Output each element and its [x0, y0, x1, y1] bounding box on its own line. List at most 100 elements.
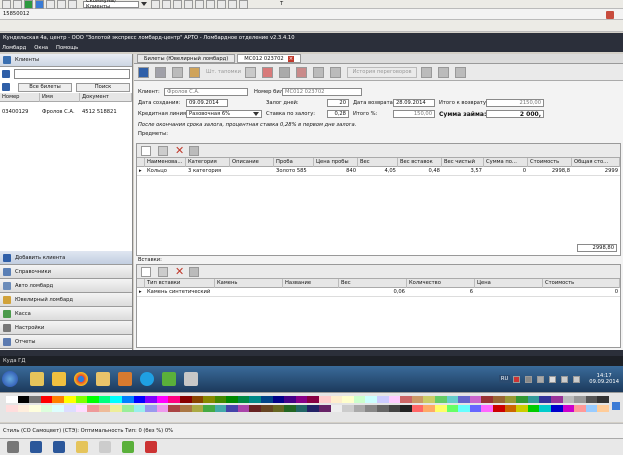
column-header[interactable]: Номер: [0, 92, 40, 102]
column-header[interactable]: Наименова...: [145, 157, 186, 167]
table-row[interactable]: ▸ Камень синтетический 0,06 6 0: [137, 288, 620, 297]
column-header[interactable]: Цена: [475, 278, 543, 288]
tab-ticket-doc[interactable]: MC012 023702 ×: [237, 54, 302, 63]
column-header[interactable]: Проба: [274, 157, 314, 167]
column-header[interactable]: Название: [283, 278, 339, 288]
toolbar-icon[interactable]: [184, 0, 193, 9]
palette-row-1[interactable]: [6, 395, 609, 403]
ide-close-button[interactable]: [606, 11, 614, 19]
ticket-field[interactable]: MC012 023702: [282, 88, 362, 96]
doc-icon[interactable]: [421, 66, 433, 78]
column-header[interactable]: Вес: [339, 278, 407, 288]
toolbar-icon[interactable]: [68, 0, 77, 9]
toolbar-icon[interactable]: [173, 0, 182, 9]
ide-tab-label[interactable]: Т: [280, 1, 283, 7]
nav-item-reports[interactable]: Отчеты: [0, 335, 132, 349]
add-icon[interactable]: [141, 266, 151, 277]
save-close-icon[interactable]: [155, 66, 166, 78]
app-icon[interactable]: [99, 441, 111, 453]
toolbar-icon[interactable]: [217, 0, 226, 9]
edit-icon[interactable]: [158, 266, 168, 277]
tray-icon[interactable]: [549, 375, 557, 383]
toolbar-icon[interactable]: [195, 0, 204, 9]
edit-icon[interactable]: [158, 145, 168, 156]
app-icon[interactable]: [30, 441, 42, 453]
save-icon[interactable]: [138, 66, 149, 78]
print-button[interactable]: Шт. тапомки: [206, 69, 241, 75]
app-icon[interactable]: [184, 372, 198, 386]
app-icon[interactable]: [118, 372, 132, 386]
delete-icon[interactable]: ✕: [175, 145, 184, 156]
menu-item-help[interactable]: Помощь: [56, 45, 78, 51]
calculator-icon[interactable]: [296, 66, 308, 78]
palette-row-2[interactable]: [6, 404, 609, 412]
network-icon[interactable]: [573, 375, 581, 383]
toolbar-icon[interactable]: [162, 0, 171, 9]
app-icon[interactable]: [96, 372, 110, 386]
delete-icon[interactable]: ✕: [175, 266, 184, 277]
column-header[interactable]: Категория: [186, 157, 230, 167]
start-button[interactable]: [2, 371, 18, 387]
toolbar-select[interactable]: Скоммуны/Клиенты: [83, 0, 139, 10]
column-header[interactable]: Описание: [230, 157, 274, 167]
doc-icon[interactable]: [455, 66, 467, 78]
word-icon[interactable]: [53, 441, 65, 453]
chevron-down-icon[interactable]: [253, 112, 259, 116]
app-icon[interactable]: [122, 441, 134, 453]
print-preview-icon[interactable]: [189, 66, 200, 78]
toolbar-icon[interactable]: [35, 0, 44, 9]
toolbar-icon[interactable]: [13, 0, 22, 9]
nav-item-settings[interactable]: Настройки: [0, 321, 132, 335]
column-header[interactable]: Стоимость: [543, 278, 620, 288]
total-return-field[interactable]: 2150,00: [486, 99, 544, 107]
toolbar-icon[interactable]: [228, 0, 237, 9]
toolbar-icon[interactable]: [151, 0, 160, 9]
print-icon[interactable]: [189, 266, 200, 277]
toolbar-icon[interactable]: [57, 0, 66, 9]
return-date-field[interactable]: 28.09.2014: [393, 99, 435, 107]
explorer-icon[interactable]: [76, 441, 88, 453]
all-tickets-button[interactable]: Все билеты: [18, 82, 72, 92]
toolbar-icon[interactable]: [2, 0, 11, 9]
doc-icon[interactable]: [438, 66, 450, 78]
toolbar-icon[interactable]: [239, 0, 248, 9]
rate-field[interactable]: 0,28: [327, 110, 349, 118]
palette-scroll-icon[interactable]: [612, 402, 620, 410]
lang-indicator[interactable]: RU: [498, 375, 511, 383]
nav-item-auto-lombard[interactable]: Авто ломбард: [0, 279, 132, 293]
created-field[interactable]: 09.09.2014: [186, 99, 228, 107]
nav-item-jewelry-lombard[interactable]: Ювелирный ломбард: [0, 293, 132, 307]
column-header[interactable]: [137, 157, 145, 167]
skype-icon[interactable]: [140, 372, 154, 386]
term-field[interactable]: 20: [327, 99, 349, 107]
interest-field[interactable]: 150,00: [393, 110, 435, 118]
app-icon[interactable]: [145, 441, 157, 453]
copy-icon[interactable]: [330, 66, 342, 78]
column-header[interactable]: [137, 278, 145, 288]
client-field[interactable]: Фролов С.А.: [164, 88, 248, 96]
column-header[interactable]: Вес чистый: [442, 157, 484, 167]
print-icon[interactable]: [189, 145, 200, 156]
folder-icon[interactable]: [52, 372, 66, 386]
clock[interactable]: 14:17 09.09.2014: [589, 373, 619, 385]
search-button[interactable]: Поиск: [76, 82, 130, 92]
search-input[interactable]: [14, 69, 130, 79]
column-header[interactable]: Вес вставок: [398, 157, 442, 167]
loan-field[interactable]: 2 000,: [486, 110, 544, 118]
add-icon[interactable]: [141, 145, 151, 156]
menu-item-lombard[interactable]: Ломбард: [2, 45, 26, 51]
app-icon[interactable]: [162, 372, 176, 386]
toolbar-icon[interactable]: [24, 0, 33, 9]
table-row[interactable]: 03400129 Фролов С.А. 4512 518821: [0, 102, 132, 122]
print-icon[interactable]: [172, 66, 183, 78]
tray-icon[interactable]: [537, 375, 545, 383]
add-client-button[interactable]: Добавить клиента: [0, 251, 132, 265]
column-header[interactable]: Вес: [358, 157, 398, 167]
toolbar-icon[interactable]: [46, 0, 55, 9]
chrome-icon[interactable]: [74, 372, 88, 386]
column-header[interactable]: Стоимость: [528, 157, 572, 167]
column-header[interactable]: Документ: [80, 92, 132, 102]
column-header[interactable]: Сумма по...: [484, 157, 528, 167]
doc-icon[interactable]: [262, 66, 274, 78]
column-header[interactable]: Камень: [215, 278, 283, 288]
